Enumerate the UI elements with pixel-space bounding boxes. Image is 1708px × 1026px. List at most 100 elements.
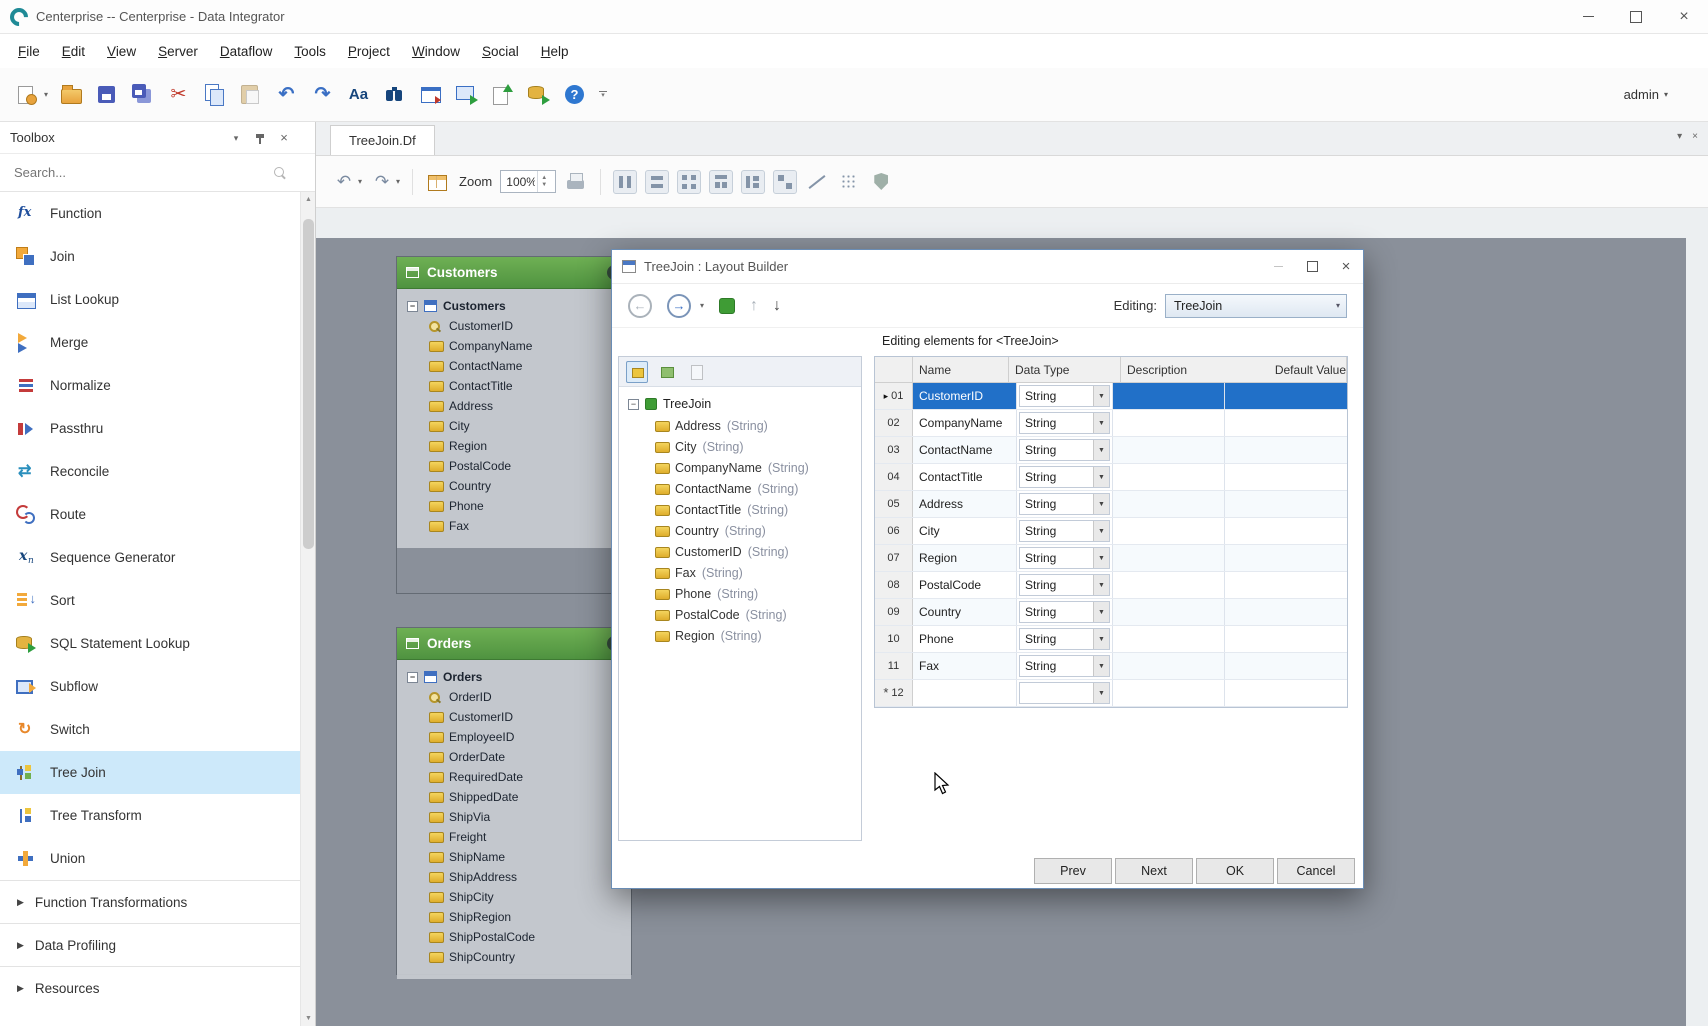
default-value-cell[interactable]	[1225, 572, 1347, 598]
data-type-dropdown-icon[interactable]: ▼	[1093, 683, 1109, 703]
start-dataflow-button[interactable]	[453, 81, 480, 108]
sort-item[interactable]: Sort	[0, 579, 300, 622]
data-type-cell[interactable]: String ▼	[1017, 545, 1113, 571]
tree-node-row[interactable]: PostalCode (String)	[619, 604, 861, 625]
auto-layout-rows-icon[interactable]	[645, 169, 670, 194]
next-button[interactable]: Next	[1115, 858, 1193, 884]
menu-item[interactable]: View	[97, 39, 146, 64]
toolbox-section[interactable]: ▶ Function Transformations	[0, 880, 300, 923]
name-cell[interactable]: PostalCode	[913, 572, 1017, 598]
description-cell[interactable]	[1113, 491, 1225, 517]
row-header[interactable]: 05	[875, 491, 913, 517]
field-row[interactable]: Country	[397, 476, 631, 496]
row-header[interactable]: 04	[875, 464, 913, 490]
font-case-button[interactable]: Aa	[345, 81, 372, 108]
field-row[interactable]: OrderID	[397, 687, 631, 707]
field-row[interactable]: ShipCountry	[397, 947, 631, 967]
move-down-button[interactable]: ↓	[773, 297, 781, 315]
grid-row[interactable]: 02 CompanyName String ▼	[875, 410, 1347, 437]
data-type-cell[interactable]: String ▼	[1017, 383, 1113, 409]
row-header[interactable]: 10	[875, 626, 913, 652]
tree-node-row[interactable]: ContactName (String)	[619, 478, 861, 499]
data-type-dropdown-icon[interactable]: ▼	[1093, 548, 1109, 568]
menu-item[interactable]: Edit	[52, 39, 95, 64]
redo-button[interactable]	[309, 81, 336, 108]
default-value-cell[interactable]	[1225, 464, 1347, 490]
maximize-button[interactable]	[1612, 0, 1660, 33]
data-type-cell[interactable]: String ▼	[1017, 626, 1113, 652]
column-header[interactable]: Data Type	[1009, 357, 1121, 382]
tree-node-row[interactable]: Address (String)	[619, 415, 861, 436]
description-cell[interactable]	[1113, 599, 1225, 625]
tree-node-row[interactable]: Region (String)	[619, 625, 861, 646]
field-row[interactable]: PostalCode	[397, 456, 631, 476]
window-list-icon[interactable]: ▾	[1677, 131, 1682, 142]
protect-icon[interactable]	[869, 170, 893, 194]
default-value-cell[interactable]	[1225, 599, 1347, 625]
user-menu[interactable]: admin ▾	[1624, 87, 1668, 102]
customers-node[interactable]: Customers − Customers CustomerID Company…	[396, 256, 632, 594]
row-header[interactable]: ▸ 01	[875, 383, 913, 409]
data-type-cell[interactable]: String ▼	[1017, 464, 1113, 490]
grid-row[interactable]: 06 City String ▼	[875, 518, 1347, 545]
menu-item[interactable]: Server	[148, 39, 208, 64]
field-row[interactable]: City	[397, 416, 631, 436]
new-dataflow-button[interactable]	[14, 81, 41, 108]
data-type-dropdown-icon[interactable]: ▼	[1093, 440, 1109, 460]
menu-item[interactable]: Tools	[284, 39, 336, 64]
tree-node-row[interactable]: Phone (String)	[619, 583, 861, 604]
orders-node-header[interactable]: Orders	[397, 628, 631, 660]
name-cell[interactable]	[913, 680, 1017, 706]
link-style-icon[interactable]	[805, 170, 829, 194]
field-row[interactable]: CompanyName	[397, 336, 631, 356]
default-value-cell[interactable]	[1225, 545, 1347, 571]
row-header[interactable]: 08	[875, 572, 913, 598]
field-row[interactable]: CustomerID	[397, 707, 631, 727]
field-row[interactable]: Phone	[397, 496, 631, 516]
toolbox-menu-icon[interactable]: ▾	[229, 131, 243, 145]
edit-layout-icon[interactable]	[425, 170, 449, 194]
menu-item[interactable]: Dataflow	[210, 39, 283, 64]
tree-transform-item[interactable]: Tree Transform	[0, 794, 300, 837]
snap-grid-icon[interactable]	[837, 170, 861, 194]
new-dropdown-icon[interactable]: ▾	[44, 90, 48, 99]
toolbox-section[interactable]: ▶ Resources	[0, 966, 300, 1009]
union-item[interactable]: Union	[0, 837, 300, 880]
tree-node-row[interactable]: CompanyName (String)	[619, 457, 861, 478]
data-type-cell[interactable]: String ▼	[1017, 491, 1113, 517]
description-cell[interactable]	[1113, 572, 1225, 598]
grid-row[interactable]: * 12 ▼	[875, 680, 1347, 707]
field-row[interactable]: ShipAddress	[397, 867, 631, 887]
field-row[interactable]: ShipCity	[397, 887, 631, 907]
minimize-button[interactable]	[1564, 0, 1612, 33]
save-all-button[interactable]	[129, 81, 156, 108]
field-row[interactable]: OrderDate	[397, 747, 631, 767]
description-cell[interactable]	[1113, 680, 1225, 706]
name-cell[interactable]: Address	[913, 491, 1017, 517]
default-value-cell[interactable]	[1225, 626, 1347, 652]
document-tab[interactable]: TreeJoin.Df	[330, 125, 435, 155]
name-cell[interactable]: Fax	[913, 653, 1017, 679]
forward-button[interactable]: →	[667, 293, 691, 318]
move-up-button[interactable]: ↑	[750, 297, 758, 315]
toolbox-close-icon[interactable]: ×	[277, 130, 291, 145]
data-type-dropdown-icon[interactable]: ▼	[1093, 656, 1109, 676]
default-value-cell[interactable]	[1225, 491, 1347, 517]
data-type-dropdown-icon[interactable]: ▼	[1093, 602, 1109, 622]
field-row[interactable]: EmployeeID	[397, 727, 631, 747]
field-row[interactable]: ShipPostalCode	[397, 927, 631, 947]
auto-layout-grid-icon[interactable]	[677, 169, 702, 194]
default-value-cell[interactable]	[1225, 383, 1347, 409]
name-cell[interactable]: CompanyName	[913, 410, 1017, 436]
dialog-maximize-button[interactable]	[1295, 250, 1329, 283]
default-value-cell[interactable]	[1225, 518, 1347, 544]
list-lookup-item[interactable]: List Lookup	[0, 278, 300, 321]
toolbox-scrollbar[interactable]: ▲ ▼	[300, 192, 315, 1026]
switch-item[interactable]: Switch	[0, 708, 300, 751]
undo-dropdown-icon[interactable]: ▾	[358, 177, 362, 186]
name-cell[interactable]: ContactTitle	[913, 464, 1017, 490]
name-cell[interactable]: Phone	[913, 626, 1017, 652]
join-item[interactable]: Join	[0, 235, 300, 278]
description-cell[interactable]	[1113, 518, 1225, 544]
node-root-row[interactable]: − Customers	[397, 296, 631, 316]
